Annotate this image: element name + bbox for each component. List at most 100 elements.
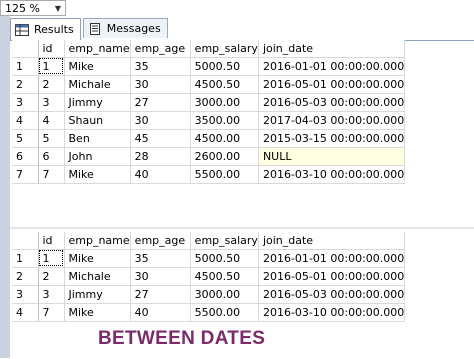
grid-cell[interactable]: 2016-01-01 00:00:00.000 [258,249,406,268]
grid-cell[interactable]: Shaun [64,111,131,130]
row-number[interactable]: 5 [12,129,39,148]
column-header[interactable]: emp_age [130,232,191,250]
table-row[interactable]: 4 4 Shaun 30 3500.00 2017-04-03 00:00:00… [12,111,406,130]
grid-cell[interactable]: 2016-05-01 00:00:00.000 [258,267,406,286]
grid-cell[interactable]: 4 [38,111,65,130]
grid-cell[interactable]: 7 [38,303,65,322]
caption-text: BETWEEN DATES [98,328,266,349]
row-number[interactable]: 2 [12,75,39,94]
grid-separator [10,227,474,229]
results-grid-icon [15,23,29,36]
results-grid-1: id emp_name emp_age emp_salary join_date… [12,40,406,184]
grid-cell[interactable]: 7 [38,165,65,184]
grid-cell[interactable]: 30 [130,267,191,286]
table-row[interactable]: 4 7 Mike 40 5500.00 2016-03-10 00:00:00.… [12,303,406,322]
column-header[interactable]: id [38,40,65,58]
table-row[interactable]: 6 6 John 28 2600.00 NULL [12,147,406,166]
row-number[interactable]: 3 [12,285,39,304]
row-number[interactable]: 1 [12,249,39,268]
grid-cell[interactable]: 2016-03-10 00:00:00.000 [258,165,406,184]
column-header[interactable]: emp_salary [190,40,259,58]
grid-cell[interactable]: 3000.00 [190,285,259,304]
grid-cell[interactable]: Jimmy [64,285,131,304]
grid-cell[interactable]: 4500.50 [190,267,259,286]
table-row[interactable]: 3 3 Jimmy 27 3000.00 2016-05-03 00:00:00… [12,285,406,304]
table-row[interactable]: 3 3 Jimmy 27 3000.00 2016-05-03 00:00:00… [12,93,406,112]
row-number[interactable]: 1 [12,57,39,76]
grid-cell[interactable]: 5000.50 [190,249,259,268]
grid-cell[interactable]: 2600.00 [190,147,259,166]
grid-cell[interactable]: Mike [64,249,131,268]
grid-cell[interactable]: 2016-01-01 00:00:00.000 [258,57,406,76]
column-header[interactable]: emp_age [130,40,191,58]
table-row[interactable]: 1 1 Mike 35 5000.50 2016-01-01 00:00:00.… [12,57,406,76]
grid-cell[interactable]: 3500.00 [190,111,259,130]
table-row[interactable]: 2 2 Michale 30 4500.50 2016-05-01 00:00:… [12,267,406,286]
grid-cell[interactable]: Michale [64,267,131,286]
grid-cell[interactable]: Michale [64,75,131,94]
column-header[interactable]: emp_name [64,232,131,250]
grid-cell[interactable]: John [64,147,131,166]
table-row[interactable]: 5 5 Ben 45 4500.00 2015-03-15 00:00:00.0… [12,129,406,148]
grid-cell[interactable]: 2016-05-03 00:00:00.000 [258,285,406,304]
tab-results[interactable]: Results [10,18,81,40]
grid-cell[interactable]: 27 [130,93,191,112]
grid-cell[interactable]: 2016-03-10 00:00:00.000 [258,303,406,322]
grid-cell[interactable]: 5500.00 [190,303,259,322]
grid-cell[interactable]: 4500.50 [190,75,259,94]
row-number[interactable]: 4 [12,111,39,130]
null-cell[interactable]: NULL [258,147,406,166]
grid-cell[interactable]: 45 [130,129,191,148]
grid-cell[interactable]: 2016-05-01 00:00:00.000 [258,75,406,94]
column-header[interactable]: emp_salary [190,232,259,250]
column-header[interactable]: id [38,232,65,250]
grid-cell[interactable]: 35 [130,57,191,76]
grid-cell[interactable]: 2017-04-03 00:00:00.000 [258,111,406,130]
row-number[interactable]: 3 [12,93,39,112]
grid-cell[interactable]: Mike [64,57,131,76]
grid-cell[interactable]: 2 [38,75,65,94]
table-row[interactable]: 2 2 Michale 30 4500.50 2016-05-01 00:00:… [12,75,406,94]
grid-cell[interactable]: 5500.00 [190,165,259,184]
row-number[interactable]: 6 [12,147,39,166]
row-number-header[interactable] [12,40,39,58]
grid-cell[interactable]: 4500.00 [190,129,259,148]
grid-cell[interactable]: Jimmy [64,93,131,112]
grid-cell[interactable]: 3000.00 [190,93,259,112]
grid-cell[interactable]: 2 [38,267,65,286]
tab-results-label: Results [34,23,74,36]
grid-cell[interactable]: 2016-05-03 00:00:00.000 [258,93,406,112]
grid-cell[interactable]: Mike [64,303,131,322]
row-number[interactable]: 7 [12,165,39,184]
chevron-down-icon[interactable]: ▼ [51,4,65,13]
row-number-header[interactable] [12,232,39,250]
grid-cell[interactable]: 6 [38,147,65,166]
row-number[interactable]: 4 [12,303,39,322]
table-row[interactable]: 1 1 Mike 35 5000.50 2016-01-01 00:00:00.… [12,249,406,268]
zoom-dropdown[interactable]: 125 % ▼ [0,0,66,16]
grid-cell[interactable]: 5000.50 [190,57,259,76]
grid-cell[interactable]: 3 [38,285,65,304]
grid-cell[interactable]: 40 [130,165,191,184]
grid-cell[interactable]: 30 [130,75,191,94]
left-gutter [0,16,10,358]
grid-cell[interactable]: 1 [38,249,65,268]
table-row[interactable]: 7 7 Mike 40 5500.00 2016-03-10 00:00:00.… [12,165,406,184]
column-header[interactable]: emp_name [64,40,131,58]
tab-messages[interactable]: Messages [82,18,168,38]
grid-cell[interactable]: 2015-03-15 00:00:00.000 [258,129,406,148]
column-header[interactable]: join_date [258,40,406,58]
grid-cell[interactable]: 40 [130,303,191,322]
grid-cell[interactable]: 35 [130,249,191,268]
grid-cell[interactable]: 30 [130,111,191,130]
grid-cell[interactable]: 28 [130,147,191,166]
zoom-value: 125 % [5,1,40,15]
column-header[interactable]: join_date [258,232,406,250]
grid-cell[interactable]: 1 [38,57,65,76]
grid-cell[interactable]: 3 [38,93,65,112]
grid-cell[interactable]: Ben [64,129,131,148]
grid-cell[interactable]: 27 [130,285,191,304]
grid-cell[interactable]: 5 [38,129,65,148]
grid-cell[interactable]: Mike [64,165,131,184]
row-number[interactable]: 2 [12,267,39,286]
